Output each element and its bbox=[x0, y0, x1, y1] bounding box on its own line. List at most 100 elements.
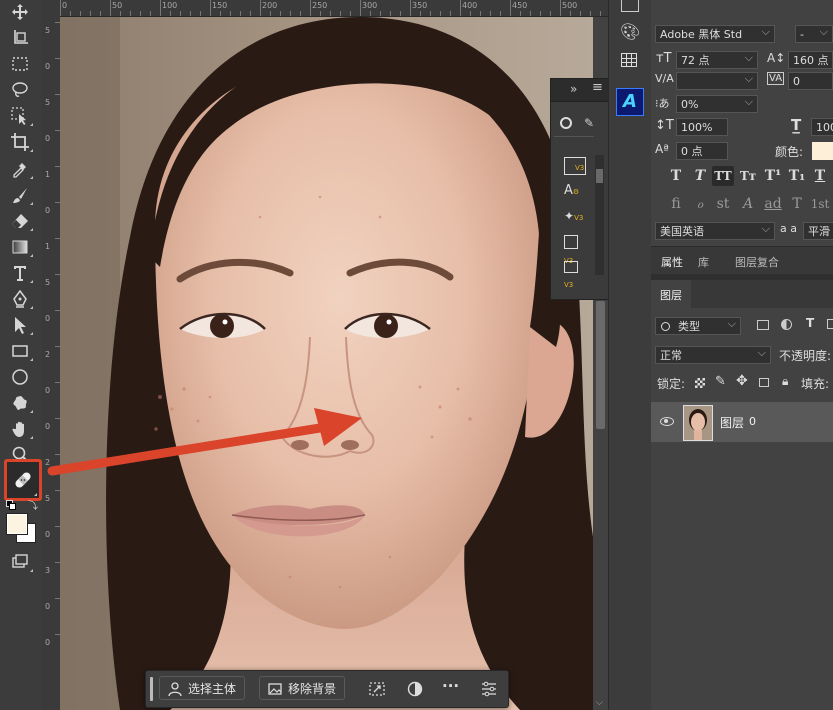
ruler-tick-label: 5 bbox=[45, 494, 51, 503]
lock-artboard-icon[interactable] bbox=[759, 378, 769, 387]
glyph-panel-scrollbar[interactable] bbox=[595, 155, 604, 275]
faux-bold-button[interactable]: T bbox=[665, 166, 687, 186]
subscript-button[interactable]: T₁ bbox=[786, 166, 808, 186]
swap-colors-icon[interactable]: ⤵ bbox=[28, 497, 38, 512]
glyph-item-2[interactable]: A⚙ bbox=[564, 183, 586, 201]
text-color-swatch[interactable] bbox=[812, 142, 833, 160]
titling-alternates-button[interactable]: T bbox=[786, 194, 808, 214]
collapse-panel-icon[interactable]: » bbox=[570, 82, 577, 96]
grid-icon[interactable] bbox=[621, 53, 637, 67]
font-style-select[interactable]: - bbox=[795, 23, 833, 43]
custom-shape-tool-icon[interactable] bbox=[6, 392, 34, 414]
crop-tool-icon[interactable] bbox=[6, 131, 34, 153]
move-tool-icon[interactable] bbox=[6, 1, 34, 23]
underline-button[interactable]: T bbox=[809, 166, 831, 186]
superscript-button[interactable]: T¹ bbox=[762, 166, 784, 186]
font-family-select[interactable]: Adobe 黑体 Std bbox=[655, 23, 775, 43]
lock-all-icon[interactable]: 🔒︎ bbox=[782, 374, 788, 389]
glyph-floating-panel: » ≡ ✎ V3 A⚙ ✦V3 V3 V3 bbox=[550, 78, 610, 300]
layer-row[interactable]: 图层 0 bbox=[651, 402, 833, 442]
artboard-tool-icon[interactable] bbox=[6, 27, 34, 49]
path-select-tool-icon[interactable] bbox=[6, 314, 34, 336]
style-brush-icon[interactable]: ✎ bbox=[584, 116, 594, 130]
baseline-shift-input[interactable]: 0 点 bbox=[676, 142, 728, 160]
ruler-minor-tick bbox=[430, 11, 431, 16]
taskbar-settings-icon[interactable] bbox=[480, 680, 498, 698]
filter-image-icon[interactable] bbox=[757, 320, 769, 330]
tab-layers[interactable]: 图层 bbox=[651, 280, 691, 308]
ruler-tick-label: 400 bbox=[462, 1, 478, 10]
search-icon[interactable] bbox=[560, 117, 572, 129]
tab-properties[interactable]: 属性 bbox=[661, 254, 683, 270]
spot-healing-brush-tool[interactable] bbox=[4, 459, 42, 501]
gradient-tool-icon[interactable] bbox=[6, 236, 34, 258]
lock-image-pixels-icon[interactable]: ✎ bbox=[715, 374, 726, 389]
select-subject-button[interactable]: 选择主体 bbox=[159, 676, 246, 700]
marquee-tool-icon[interactable] bbox=[6, 53, 34, 75]
tsume-select[interactable]: 0% bbox=[676, 93, 758, 113]
ruler-tick-label: 0 bbox=[45, 134, 51, 143]
filter-adjustment-icon[interactable] bbox=[781, 319, 792, 330]
filter-shape-icon[interactable] bbox=[827, 319, 833, 329]
transform-selection-icon[interactable] bbox=[368, 680, 386, 698]
vertical-scale-input[interactable]: 100% bbox=[676, 118, 728, 136]
eraser-tool-icon[interactable] bbox=[6, 210, 34, 232]
font-size-icon: ᴛT bbox=[656, 51, 672, 66]
glyph-item-3[interactable]: ✦V3 bbox=[564, 209, 586, 227]
faux-italic-button[interactable]: T bbox=[689, 166, 711, 186]
swash-button[interactable]: A bbox=[737, 194, 759, 214]
glyph-item-1[interactable]: V3 bbox=[564, 157, 586, 175]
default-colors-icon[interactable] bbox=[6, 500, 16, 510]
kerning-select[interactable] bbox=[676, 70, 758, 90]
discretionary-ligature-button[interactable]: st bbox=[712, 194, 734, 214]
plugin-a-icon[interactable]: A bbox=[616, 88, 644, 116]
small-caps-button[interactable]: Tт bbox=[737, 166, 759, 186]
ligature-button[interactable]: fi bbox=[665, 194, 687, 214]
blend-mode-select[interactable]: 正常 bbox=[655, 344, 771, 364]
filter-type-icon[interactable]: T bbox=[806, 316, 814, 330]
eyedropper-tool-icon[interactable] bbox=[6, 158, 34, 180]
stylistic-alternates-button[interactable]: ad bbox=[762, 194, 784, 214]
ruler-minor-tick bbox=[520, 11, 521, 16]
leading-input[interactable]: 160 点 bbox=[788, 51, 833, 69]
old-style-button[interactable]: ℴ bbox=[689, 194, 711, 214]
lock-label: 锁定: bbox=[657, 377, 686, 391]
adjustment-layer-icon[interactable] bbox=[406, 680, 424, 698]
tab-layer-comps[interactable]: 图层复合 bbox=[735, 254, 779, 270]
glyph-item-4[interactable]: V3 bbox=[564, 235, 586, 265]
rectangle-tool-icon[interactable] bbox=[6, 340, 34, 362]
anti-alias-select[interactable]: 平滑 bbox=[803, 222, 833, 240]
type-tool-icon[interactable] bbox=[6, 262, 34, 284]
pen-tool-icon[interactable] bbox=[6, 288, 34, 310]
tab-libraries[interactable]: 库 bbox=[698, 254, 709, 270]
ruler-minor-tick bbox=[250, 11, 251, 16]
color-palette-icon[interactable]: 🎨︎ bbox=[620, 22, 640, 41]
lock-transparent-pixels-icon[interactable] bbox=[695, 378, 705, 388]
scrollbar-thumb[interactable] bbox=[596, 301, 605, 429]
layer-filter-select[interactable]: 类型 bbox=[655, 315, 741, 335]
taskbar-drag-handle[interactable] bbox=[150, 677, 153, 701]
glyph-item-5[interactable]: V3 bbox=[564, 261, 586, 289]
panel-menu-icon[interactable]: ≡ bbox=[592, 80, 603, 95]
document-canvas[interactable] bbox=[60, 17, 593, 710]
language-select[interactable]: 美国英语 bbox=[655, 220, 775, 240]
more-options-button[interactable]: ··· bbox=[442, 677, 459, 695]
horizontal-scale-input[interactable]: 100 bbox=[811, 118, 833, 136]
object-select-tool-icon[interactable] bbox=[6, 105, 34, 127]
lasso-tool-icon[interactable] bbox=[6, 79, 34, 101]
lock-position-icon[interactable]: ✥ bbox=[736, 373, 748, 389]
ruler-tick-label: 300 bbox=[362, 1, 378, 10]
all-caps-button[interactable]: TT bbox=[712, 166, 734, 186]
tracking-input[interactable]: 0 bbox=[788, 72, 833, 90]
visibility-eye-icon[interactable] bbox=[660, 417, 674, 426]
foreground-color-swatch[interactable] bbox=[6, 513, 28, 535]
adjustments-icon[interactable] bbox=[621, 0, 639, 12]
remove-background-button[interactable]: 移除背景 bbox=[259, 676, 346, 700]
hand-tool-icon[interactable] bbox=[6, 418, 34, 440]
brush-tool-icon[interactable] bbox=[6, 184, 34, 206]
ordinals-button[interactable]: 1st bbox=[809, 194, 831, 214]
screen-mode-icon[interactable] bbox=[6, 551, 34, 573]
scroll-down-icon[interactable]: ⌵ bbox=[596, 698, 603, 708]
font-size-input[interactable]: 72 点 bbox=[676, 49, 758, 69]
ellipse-tool-icon[interactable] bbox=[6, 366, 34, 388]
